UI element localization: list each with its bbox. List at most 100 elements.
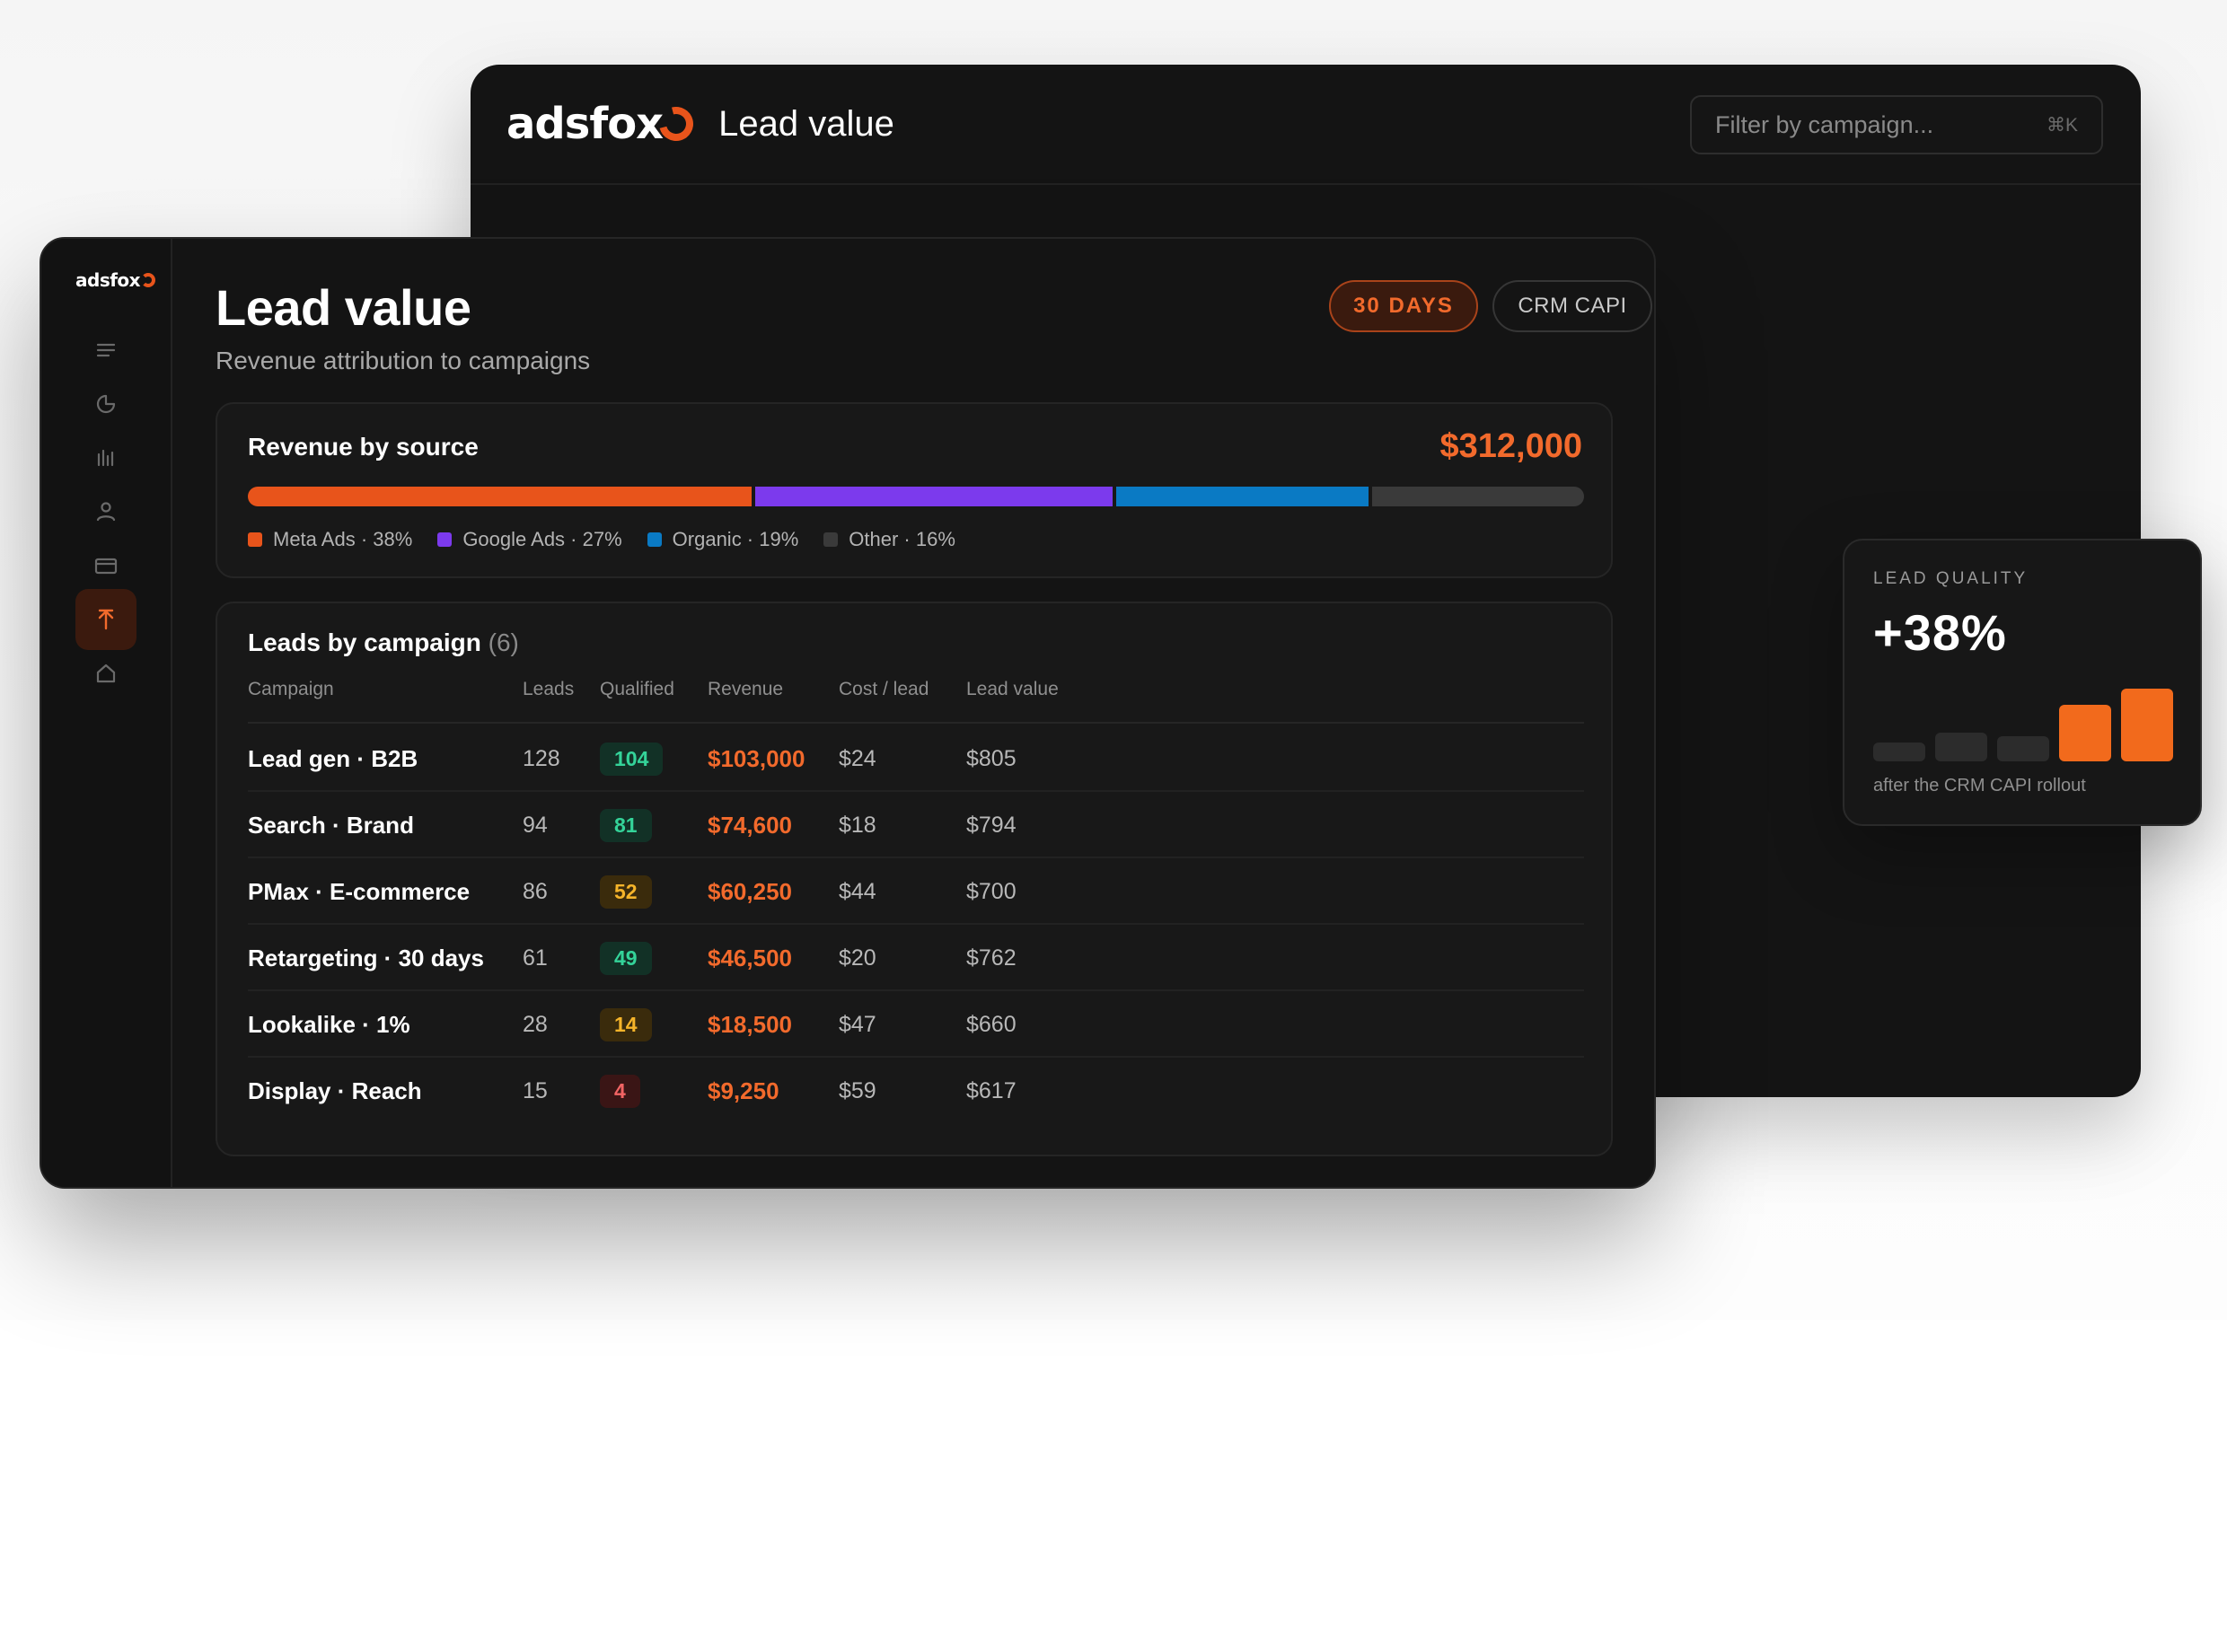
table-row[interactable]: Search · Brand 94 81 $74,600 $18 $794 [248, 792, 1584, 858]
quality-bar [1997, 736, 2049, 761]
shortcut-hint: ⌘K [2046, 114, 2078, 136]
quality-bar [1873, 743, 1925, 761]
cost-per-lead: $47 [839, 1011, 876, 1037]
legend-item: Organic · 19% [647, 528, 799, 551]
revenue-segment [754, 487, 1114, 506]
cost-per-lead: $24 [839, 745, 876, 771]
lead-value: $805 [966, 745, 1017, 771]
leads-count: 128 [523, 745, 560, 771]
cost-per-lead: $18 [839, 812, 876, 838]
legend-item: Meta Ads · 38% [248, 528, 412, 551]
nav-reports[interactable] [75, 427, 136, 488]
column-header[interactable]: Cost / lead [839, 679, 929, 700]
sidebar: adsfox [41, 239, 172, 1187]
legend-label: Organic · 19% [672, 528, 799, 550]
legend-label: Other · 16% [849, 528, 955, 550]
legend-item: Google Ads · 27% [437, 528, 622, 551]
revenue-title: Revenue by source [248, 433, 479, 461]
campaign-name: PMax · E-commerce [248, 877, 471, 905]
qualified-badge: 14 [600, 1007, 652, 1041]
qualified-badge: 49 [600, 941, 652, 975]
lead-quality-bars [1873, 675, 2175, 761]
revenue-legend: Meta Ads · 38% Google Ads · 27% Organic · … [248, 528, 955, 551]
revenue-value: $18,500 [708, 1010, 792, 1038]
legend-label: Meta Ads · 38% [273, 528, 413, 550]
table-row[interactable]: Lookalike · 1% 28 14 $18,500 $47 $660 [248, 991, 1584, 1058]
sidebar-logo[interactable]: adsfox [75, 269, 156, 291]
qualified-badge: 81 [600, 808, 652, 842]
nav-menu[interactable] [75, 320, 136, 381]
leads-count: 28 [523, 1011, 548, 1037]
cost-per-lead: $44 [839, 878, 876, 904]
campaign-name: Lookalike · 1% [248, 1010, 410, 1038]
nav-lead-value[interactable] [75, 589, 136, 650]
column-header[interactable]: Leads [523, 679, 574, 700]
main-window: adsfox Lead value Revenue attribution to… [40, 237, 1656, 1189]
campaign-search-input[interactable] [1715, 110, 2038, 139]
revenue-segment [248, 487, 752, 506]
nav-audience[interactable] [75, 481, 136, 542]
campaign-filter[interactable]: ⌘K [1690, 95, 2103, 154]
column-header[interactable]: Qualified [600, 679, 674, 700]
qualified-badge: 4 [600, 1074, 640, 1108]
revenue-card: Revenue by source $312,000 Meta Ads · 38… [216, 402, 1613, 578]
page-title: Lead value [216, 279, 471, 336]
qualified-count: 52 [600, 858, 652, 925]
brand-logo[interactable]: adsfox [506, 99, 700, 149]
legend-swatch [823, 532, 839, 547]
user-icon [96, 502, 116, 522]
nav-analytics[interactable] [75, 373, 136, 435]
column-header[interactable]: Lead value [966, 679, 1059, 700]
nav-home[interactable] [75, 643, 136, 704]
fox-icon [141, 273, 156, 287]
lead-quality-note: after the CRM CAPI rollout [1873, 776, 2086, 795]
revenue-segment [1371, 487, 1584, 506]
legend-item: Other · 16% [823, 528, 955, 551]
arrow-up-icon [98, 609, 114, 630]
home-icon [96, 663, 116, 683]
quality-bar [2121, 689, 2173, 761]
column-header[interactable]: Campaign [248, 679, 334, 700]
campaign-name: Search · Brand [248, 811, 414, 839]
table-row[interactable]: PMax · E-commerce 86 52 $60,250 $44 $700 [248, 858, 1584, 925]
qualified-count: 4 [600, 1058, 640, 1124]
legend-swatch [248, 532, 262, 547]
qualified-count: 104 [600, 725, 664, 792]
content: Lead value Revenue attribution to campai… [216, 239, 1652, 1187]
qualified-badge: 52 [600, 874, 652, 909]
qualified-badge: 104 [600, 742, 664, 776]
campaign-name: Retargeting · 30 days [248, 944, 484, 971]
cost-per-lead: $59 [839, 1077, 876, 1103]
revenue-value: $9,250 [708, 1076, 779, 1104]
quality-bar [1935, 733, 1987, 761]
table-header: Campaign Leads Qualified Revenue Cost / lead… [248, 679, 1584, 724]
leads-count: 61 [523, 945, 548, 971]
table-title: Leads by campaign (6) [248, 628, 519, 656]
revenue-value: $60,250 [708, 877, 792, 905]
lead-quality-card: LEAD QUALITY +38% after the CRM CAPI rol… [1843, 539, 2202, 826]
campaign-table-card: Leads by campaign (6) Campaign Leads Quali… [216, 602, 1613, 1156]
lead-value: $617 [966, 1077, 1017, 1103]
table-row[interactable]: Display · Reach 15 4 $9,250 $59 $617 [248, 1058, 1584, 1124]
page-subtitle: Revenue attribution to campaigns [216, 347, 591, 374]
nav-billing[interactable] [75, 535, 136, 596]
lead-value: $700 [966, 878, 1017, 904]
legend-swatch [437, 532, 453, 547]
lead-value: $762 [966, 945, 1017, 971]
legend-label: Google Ads · 27% [462, 528, 622, 550]
table-row[interactable]: Retargeting · 30 days 61 49 $46,500 $20 $762 [248, 925, 1584, 991]
legend-swatch [647, 532, 662, 547]
quality-bar [2059, 705, 2111, 761]
card-icon [94, 558, 118, 575]
revenue-value: $74,600 [708, 811, 792, 839]
column-header[interactable]: Revenue [708, 679, 783, 700]
campaign-name: Display · Reach [248, 1076, 422, 1104]
crm-capi-chip[interactable]: CRM CAPI [1492, 280, 1652, 332]
revenue-total: $312,000 [1439, 427, 1583, 465]
qualified-count: 14 [600, 991, 652, 1058]
qualified-count: 49 [600, 925, 652, 991]
bar-chart-icon [97, 449, 114, 467]
lead-value: $794 [966, 812, 1017, 838]
period-chip[interactable]: 30 DAYS [1329, 280, 1478, 332]
table-row[interactable]: Lead gen · B2B 128 104 $103,000 $24 $805 [248, 725, 1584, 792]
